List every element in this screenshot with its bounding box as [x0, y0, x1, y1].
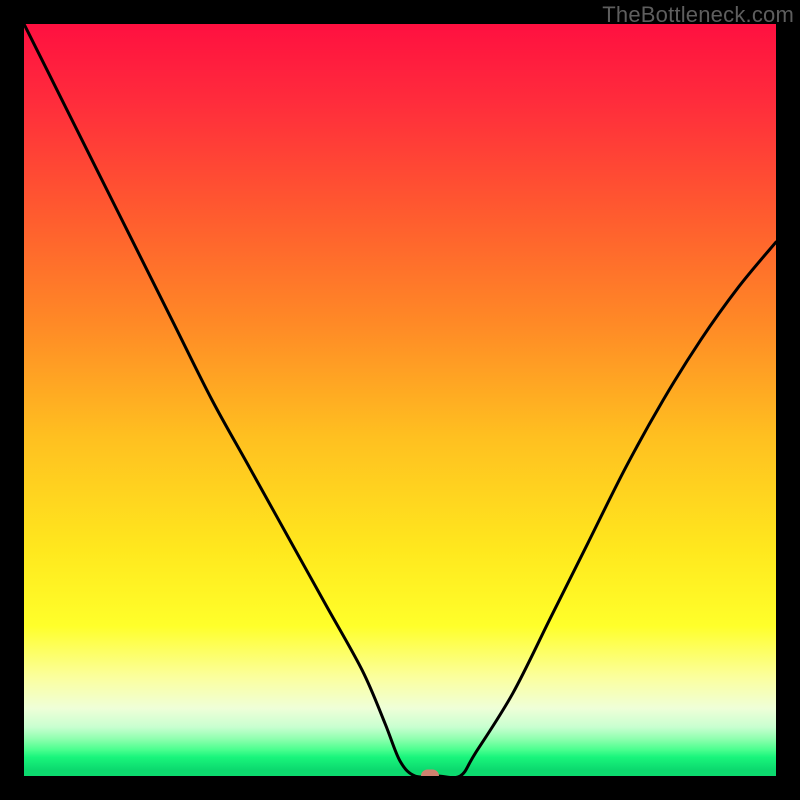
plot-area — [24, 24, 776, 776]
watermark-text: TheBottleneck.com — [602, 2, 794, 28]
chart-frame: TheBottleneck.com — [0, 0, 800, 800]
curve-layer — [24, 24, 776, 776]
bottleneck-curve — [24, 24, 776, 776]
optimal-point-marker — [421, 770, 439, 777]
